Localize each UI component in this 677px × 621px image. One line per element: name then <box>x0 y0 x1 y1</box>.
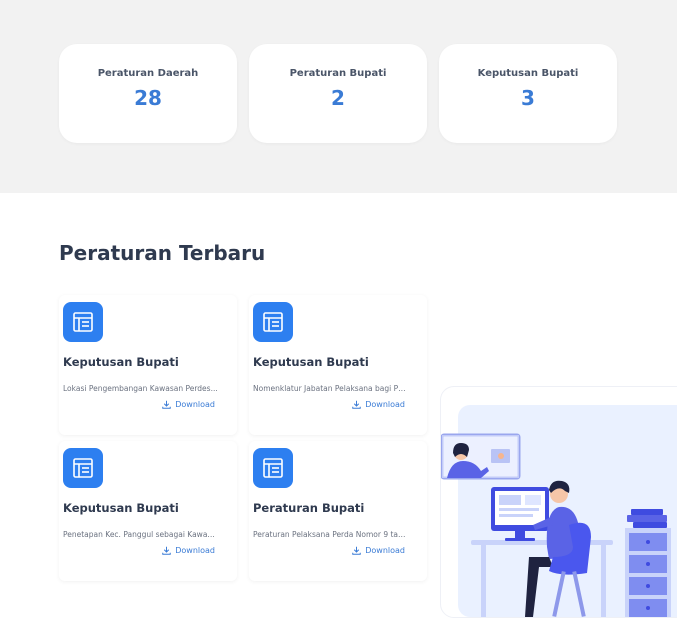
regulation-description: Penetapan Kec. Panggul sebagai Kawas... <box>63 530 218 539</box>
regulation-type: Keputusan Bupati <box>63 501 179 515</box>
stat-card-perbup: Peraturan Bupati 2 <box>249 44 427 143</box>
download-label: Download <box>365 400 405 409</box>
regulation-card[interactable]: Keputusan Bupati Lokasi Pengembangan Kaw… <box>59 295 237 435</box>
illustration-frame <box>440 386 677 618</box>
regulation-card[interactable]: Keputusan Bupati Penetapan Kec. Panggul … <box>59 441 237 581</box>
document-icon <box>253 448 293 488</box>
document-icon <box>63 302 103 342</box>
regulation-type: Peraturan Bupati <box>253 501 365 515</box>
stat-card-kepbup: Keputusan Bupati 3 <box>439 44 617 143</box>
stat-label: Keputusan Bupati <box>477 68 579 79</box>
download-button[interactable]: Download <box>162 546 215 555</box>
download-label: Download <box>365 546 405 555</box>
regulation-type: Keputusan Bupati <box>253 355 369 369</box>
stat-value: 3 <box>521 86 535 110</box>
stat-value: 28 <box>134 86 162 110</box>
stats-section: Peraturan Daerah 28 Peraturan Bupati 2 K… <box>0 0 677 193</box>
regulation-card[interactable]: Keputusan Bupati Nomenklatur Jabatan Pel… <box>249 295 427 435</box>
download-icon <box>352 546 361 555</box>
download-icon <box>162 400 171 409</box>
download-icon <box>352 400 361 409</box>
stat-card-perda: Peraturan Daerah 28 <box>59 44 237 143</box>
download-label: Download <box>175 400 215 409</box>
stat-label: Peraturan Bupati <box>289 68 387 79</box>
regulation-description: Peraturan Pelaksana Perda Nomor 9 tah... <box>253 530 408 539</box>
regulation-type: Keputusan Bupati <box>63 355 179 369</box>
stat-value: 2 <box>331 86 345 110</box>
document-icon <box>253 302 293 342</box>
office-worker-illustration <box>440 405 677 617</box>
download-button[interactable]: Download <box>352 400 405 409</box>
regulation-description: Lokasi Pengembangan Kawasan Perdes... <box>63 384 218 393</box>
regulation-description: Nomenklatur Jabatan Pelaksana bagi PNS <box>253 384 408 393</box>
download-button[interactable]: Download <box>352 546 405 555</box>
section-title: Peraturan Terbaru <box>59 241 266 265</box>
regulation-card[interactable]: Peraturan Bupati Peraturan Pelaksana Per… <box>249 441 427 581</box>
download-button[interactable]: Download <box>162 400 215 409</box>
stat-label: Peraturan Daerah <box>97 68 199 79</box>
download-label: Download <box>175 546 215 555</box>
document-icon <box>63 448 103 488</box>
download-icon <box>162 546 171 555</box>
